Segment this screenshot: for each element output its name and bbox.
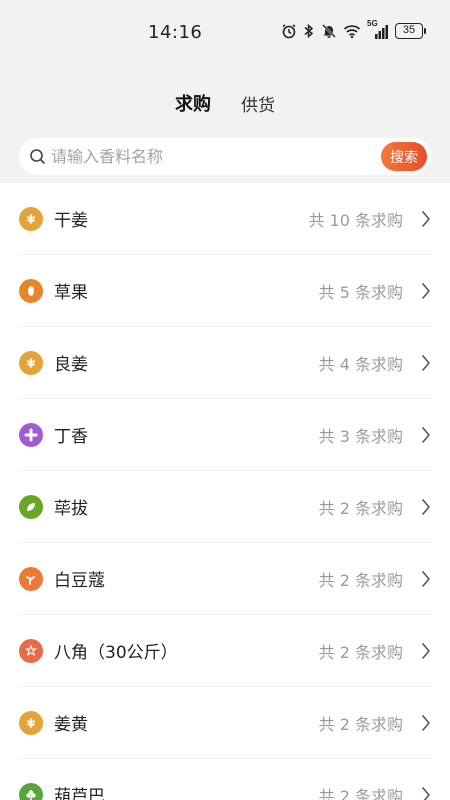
spice-list: 干姜共 10 条求购 草果共 5 条求购 良姜共 4 条求购 丁香共 3 条求购 荜拔共… [0,183,450,800]
sprout-icon [19,567,43,591]
alarm-icon [281,23,297,39]
search-bar: 搜索 [19,138,431,175]
status-icons: 5G 35 [281,19,426,39]
chevron-right-icon [421,426,431,448]
tab-supply[interactable]: 供货 [241,91,275,116]
clove-icon [19,423,43,447]
item-count: 共 4 条求购 [318,355,403,374]
chevron-right-icon [421,354,431,376]
item-name: 葫芦巴 [54,787,105,800]
leaf-icon [19,495,43,519]
search-icon [29,148,46,169]
chevron-right-icon [421,714,431,736]
status-bar: 14:16 5G 35 [0,0,450,64]
tab-bar: 求购 供货 [0,88,450,118]
battery-icon: 35 [395,23,426,39]
item-name: 姜黄 [54,715,88,735]
chevron-right-icon [421,282,431,304]
list-item[interactable]: 八角（30公斤） 共 2 条求购 [19,615,431,687]
seed-icon [19,279,43,303]
list-item[interactable]: 葫芦巴 共 2 条求购 [19,759,431,800]
battery-level: 35 [395,23,423,39]
list-item[interactable]: 干姜 共 10 条求购 [19,183,431,255]
spice-icon [19,207,43,231]
signal-icon: 5G [367,19,389,39]
search-button[interactable]: 搜索 [381,142,427,171]
spice-icon [19,351,43,375]
list-item[interactable]: 丁香 共 3 条求购 [19,399,431,471]
mute-icon [321,23,337,39]
chevron-right-icon [421,210,431,232]
item-name: 丁香 [54,427,88,447]
list-item[interactable]: 姜黄 共 2 条求购 [19,687,431,759]
star-anise-icon [19,639,43,663]
list-item[interactable]: 荜拔 共 2 条求购 [19,471,431,543]
spice-icon [19,711,43,735]
item-count: 共 2 条求购 [318,499,403,518]
item-count: 共 5 条求购 [318,283,403,302]
chevron-right-icon [421,570,431,592]
clover-icon [19,783,43,800]
item-name: 白豆蔻 [54,571,105,591]
item-name: 荜拔 [54,499,88,519]
chevron-right-icon [421,642,431,664]
item-name: 八角（30公斤） [54,643,178,663]
item-name: 干姜 [54,211,88,231]
status-time: 14:16 [148,22,203,43]
list-item[interactable]: 良姜 共 4 条求购 [19,327,431,399]
item-count: 共 2 条求购 [318,787,403,800]
chevron-right-icon [421,498,431,520]
search-input[interactable] [51,138,361,175]
list-item[interactable]: 白豆蔻 共 2 条求购 [19,543,431,615]
tab-buy[interactable]: 求购 [175,90,211,116]
item-count: 共 2 条求购 [318,715,403,734]
item-count: 共 3 条求购 [318,427,403,446]
item-count: 共 2 条求购 [318,571,403,590]
item-count: 共 2 条求购 [318,643,403,662]
list-item[interactable]: 草果 共 5 条求购 [19,255,431,327]
bluetooth-icon [303,23,315,39]
item-count: 共 10 条求购 [308,211,403,230]
wifi-icon [343,23,361,39]
item-name: 良姜 [54,355,88,375]
chevron-right-icon [421,786,431,800]
item-name: 草果 [54,283,88,303]
